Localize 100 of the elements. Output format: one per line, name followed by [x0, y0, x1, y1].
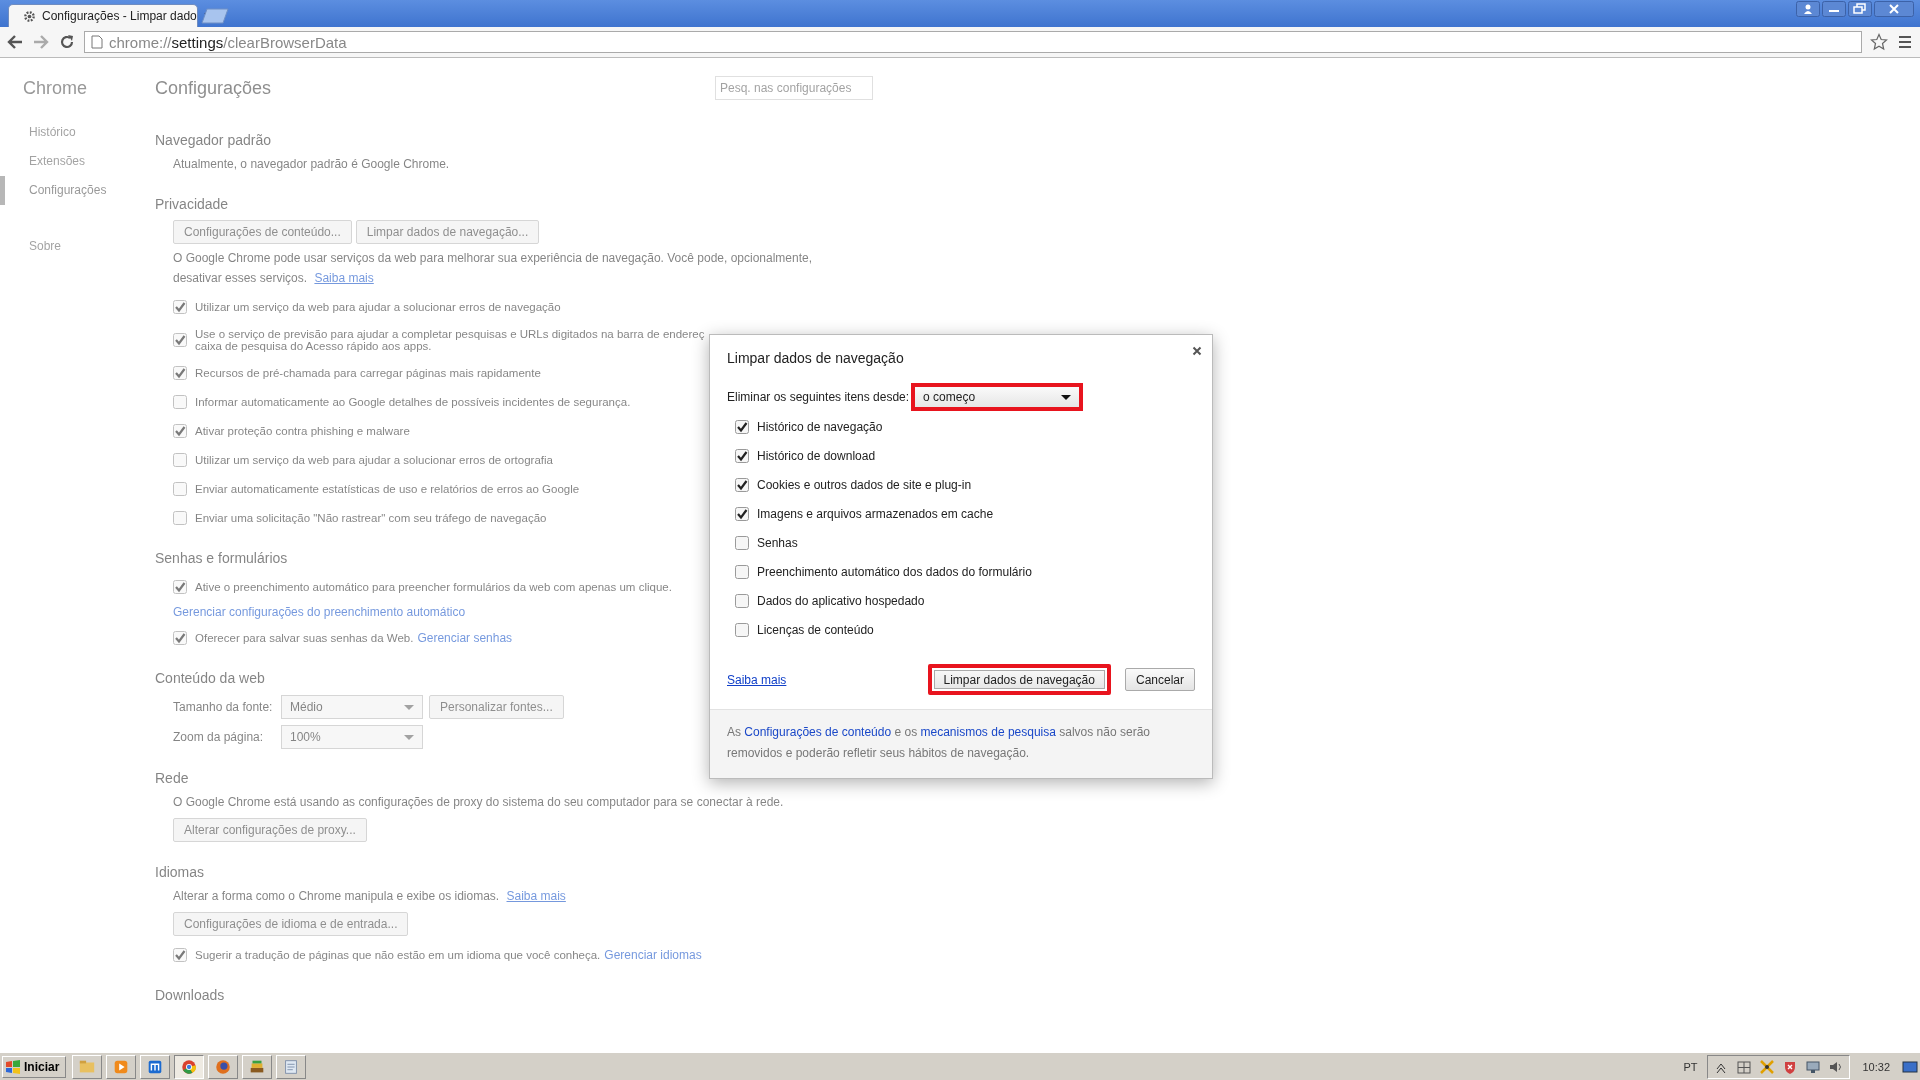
section-heading: Navegador padrão [155, 132, 271, 150]
checkbox[interactable] [735, 593, 749, 608]
checkbox-label: Utilizar um serviço da web para ajudar a solucionar erros de ortografia [195, 453, 553, 466]
field-label: Zoom da página: [173, 730, 265, 744]
dropdown[interactable]: 100% [281, 725, 423, 749]
checkbox-label: Use o serviço de previsão para ajudar a completar pesquisas e URLs digitados na barra de endereç caixa de pesquisa do Acesso rápido aos apps. [195, 327, 705, 352]
restore-icon[interactable] [1848, 1, 1872, 17]
monitor-icon[interactable] [1805, 1058, 1822, 1075]
firefox-icon [214, 1057, 233, 1076]
checkbox[interactable] [173, 481, 187, 496]
checkbox[interactable] [173, 579, 187, 594]
checkbox-label: Ativar proteção contra phishing e malware [195, 424, 410, 437]
checkbox[interactable] [735, 419, 749, 434]
page-title: Configurações [155, 78, 272, 100]
checkbox-label: Dados do aplicativo hospedado [757, 593, 925, 608]
taskbar-button[interactable] [174, 1054, 205, 1079]
section-heading: Rede [155, 770, 189, 788]
description-text: O Google Chrome está usando as configurações de proxy do sistema do seu computador para se conectar à rede. [173, 794, 785, 811]
settings-button[interactable]: Alterar configurações de proxy... [173, 818, 367, 842]
checkbox-label: Recursos de pré-chamada para carregar páginas mais rapidamente [195, 366, 541, 379]
link[interactable]: Gerenciar senhas [417, 630, 513, 645]
checkbox[interactable] [735, 535, 749, 550]
sidebar-item[interactable]: Histórico [0, 118, 155, 147]
windows-logo-icon [5, 1059, 21, 1074]
search-field[interactable]: Pesq. nas configurações [715, 76, 873, 100]
checkbox-label: Sugerir a tradução de páginas que não estão em um idioma que você conheça. [195, 948, 601, 961]
checkbox-label: Oferecer para salvar suas senhas da Web. [195, 631, 414, 644]
description-text: Alterar a forma como o Chrome manipula e exibe os idiomas. Saiba mais [173, 888, 567, 905]
checkbox-label: Enviar automaticamente estatísticas de uso e relatórios de erros ao Google [195, 482, 580, 495]
url-text: chrome://settings/clearBrowserData [109, 33, 347, 51]
user-icon[interactable] [1796, 1, 1820, 17]
checkbox-label: Utilizar um serviço da web para ajudar a solucionar erros de navegação [195, 300, 561, 313]
sidebar-title: Chrome [22, 78, 89, 100]
dropdown[interactable]: Médio [281, 695, 423, 719]
settings-button[interactable]: Configurações de idioma e de entrada... [173, 912, 409, 936]
checkbox-label: Imagens e arquivos armazenados em cache [757, 506, 994, 521]
dialog-title: Limpar dados de navegação [727, 350, 905, 368]
sidebar-item[interactable]: Extensões [0, 147, 155, 176]
page-icon [91, 35, 103, 49]
link[interactable]: Saiba mais [506, 889, 566, 903]
checkbox[interactable] [735, 477, 749, 492]
tab-title: Configurações - Limpar dado [42, 9, 197, 23]
star-icon[interactable] [1870, 33, 1888, 51]
checkbox-label: Informar automaticamente ao Google detalhes de possíveis incidentes de segurança. [195, 395, 631, 408]
dropdown[interactable]: o começo [911, 383, 1084, 411]
network-warning-icon[interactable] [1759, 1058, 1776, 1075]
checkbox[interactable] [173, 423, 187, 438]
checkbox-label: Histórico de download [757, 448, 876, 463]
checkbox[interactable] [735, 622, 749, 637]
link[interactable]: mecanismos de pesquisa [920, 725, 1056, 739]
checkbox[interactable] [173, 510, 187, 525]
checkbox[interactable] [735, 448, 749, 463]
checkbox-label: Licenças de conteúdo [757, 622, 874, 637]
clock[interactable]: 10:32 [1856, 1060, 1896, 1073]
chrome-icon [180, 1057, 199, 1076]
gear-icon [23, 9, 36, 23]
start-button[interactable]: Iniciar [2, 1055, 67, 1078]
sidebar-item[interactable]: Sobre [0, 232, 155, 261]
close-icon[interactable] [1874, 1, 1914, 17]
link[interactable]: Gerenciar configurações do preenchimento automático [173, 605, 466, 619]
section-heading: Idiomas [155, 864, 205, 882]
settings-button[interactable]: Configurações de conteúdo... [173, 220, 352, 244]
checkbox-label: Cookies e outros dados de site e plug-in [757, 477, 972, 492]
checkbox[interactable] [173, 394, 187, 409]
back-icon[interactable] [6, 33, 24, 51]
settings-button[interactable]: Limpar dados de navegação... [355, 220, 540, 244]
sidebar-item[interactable]: Configurações [0, 176, 155, 205]
minimize-icon[interactable] [1822, 1, 1846, 17]
link[interactable]: Saiba mais [314, 271, 374, 285]
section-heading: Downloads [155, 987, 225, 1005]
checkbox[interactable] [173, 452, 187, 467]
checkbox[interactable] [735, 564, 749, 579]
checkbox[interactable] [173, 365, 187, 380]
address-bar[interactable]: chrome://settings/clearBrowserData [84, 31, 1862, 53]
settings-button[interactable]: Personalizar fontes... [429, 695, 564, 719]
close-icon[interactable] [1192, 346, 1202, 356]
grid-icon[interactable] [1736, 1058, 1753, 1075]
link[interactable]: Gerenciar idiomas [604, 947, 702, 962]
description-text: O Google Chrome pode usar serviços da web para melhorar sua experiência de navegação. Você pode, opcionalmente, desativar esses serviços. Saiba mais [173, 250, 813, 287]
checkbox-label: Preenchimento automático dos dados do formulário [757, 564, 1032, 579]
section-heading: Conteúdo da web [155, 670, 265, 688]
field-label: Eliminar os seguintes itens desde: [727, 390, 910, 404]
section-heading: Privacidade [155, 196, 229, 214]
language-indicator[interactable]: PT [1683, 1060, 1698, 1073]
menu-icon[interactable] [1896, 33, 1914, 51]
description-text: Atualmente, o navegador padrão é Google Chrome. [173, 156, 451, 173]
reload-icon[interactable] [58, 33, 76, 51]
checkbox-label: Enviar uma solicitação "Não rastrear" com seu tráfego de navegação [195, 511, 547, 524]
checkbox-label: Ative o preenchimento automático para preencher formulários da web com apenas um clique. [195, 580, 672, 593]
checkbox[interactable] [173, 630, 187, 645]
checkbox[interactable] [735, 506, 749, 521]
checkbox[interactable] [173, 299, 187, 314]
checkbox[interactable] [173, 332, 187, 347]
footer-text: As Configurações de conteúdo e os mecanismos de pesquisa salvos não serão removidos e poderão refletir seus hábitos de navegação. [727, 724, 1151, 762]
cancel-button[interactable]: Cancelar [1124, 668, 1195, 691]
clear-data-button[interactable]: Limpar dados de navegação [927, 664, 1111, 695]
learn-more-link[interactable]: Saiba mais [727, 672, 787, 687]
link[interactable]: Configurações de conteúdo [744, 725, 892, 739]
checkbox[interactable] [173, 947, 187, 962]
show-desktop-icon[interactable] [1902, 1058, 1918, 1075]
